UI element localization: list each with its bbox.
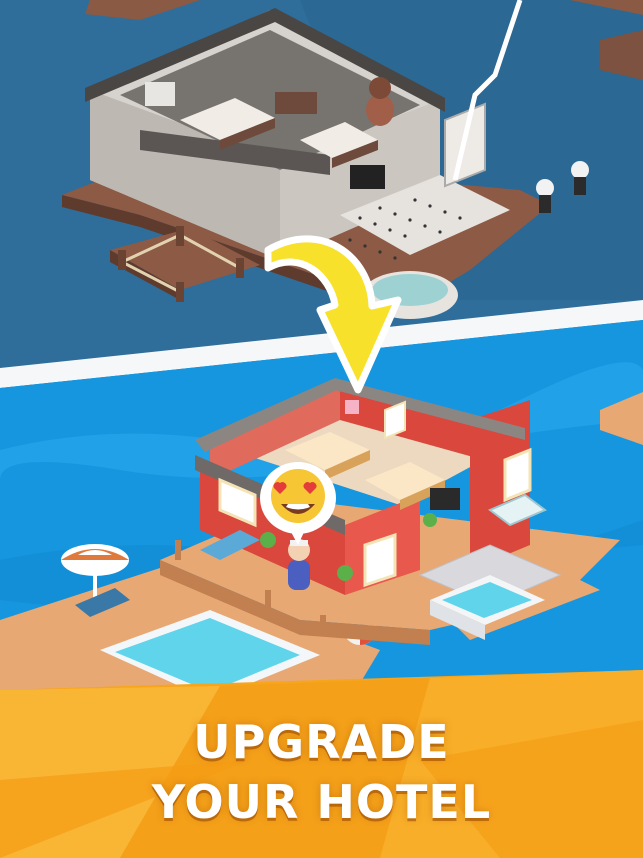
app-store-screenshot: UPGRADE YOUR HOTEL — [0, 0, 643, 858]
game-scene — [0, 0, 643, 858]
caption-banner — [0, 670, 643, 858]
